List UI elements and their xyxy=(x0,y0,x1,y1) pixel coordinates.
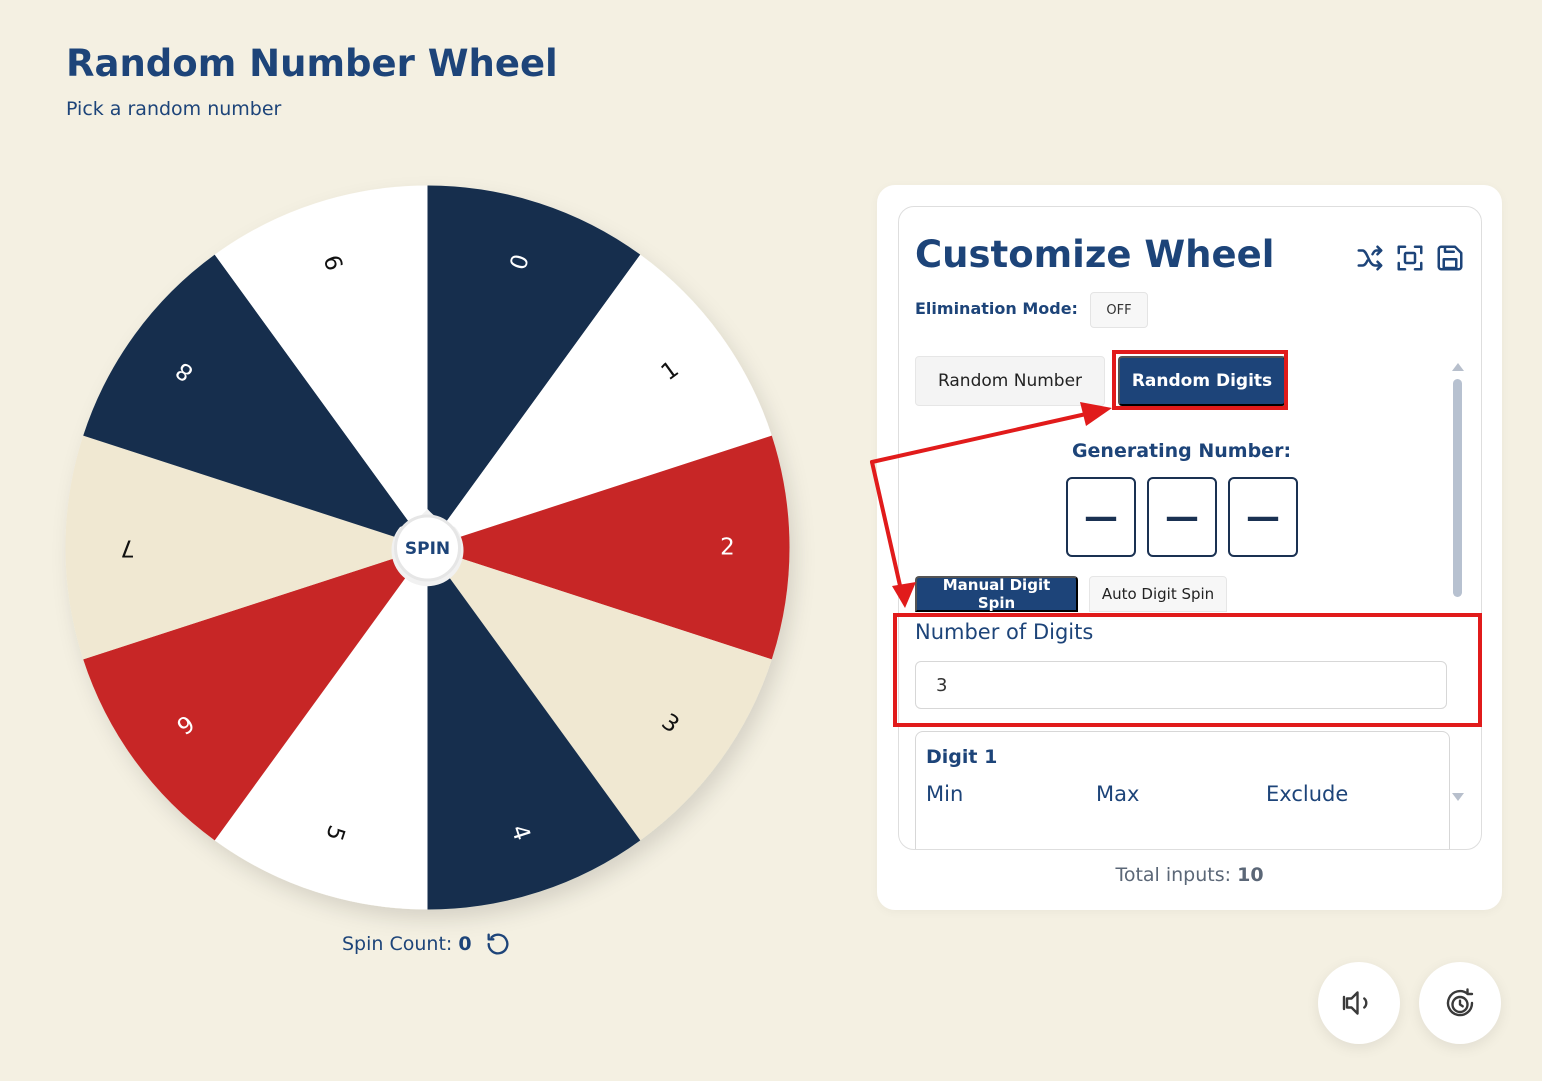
scrollbar-thumb[interactable] xyxy=(1453,379,1462,597)
reset-icon[interactable] xyxy=(484,930,512,958)
scroll-up-arrow[interactable] xyxy=(1452,363,1464,371)
spin-label: SPIN xyxy=(405,539,450,559)
sound-button[interactable] xyxy=(1318,962,1400,1044)
tab-random-digits[interactable]: Random Digits xyxy=(1118,356,1286,406)
generating-number-label: Generating Number: xyxy=(1071,440,1292,462)
wheel-segment-label: 7 xyxy=(120,535,135,561)
digit-settings-card: Digit 1 Min Max Exclude xyxy=(915,731,1450,849)
total-inputs-label: Total inputs: xyxy=(1115,864,1232,886)
generated-digits: — — — xyxy=(1066,477,1298,557)
fullscreen-icon[interactable] xyxy=(1395,243,1425,273)
spin-count: Spin Count: 0 xyxy=(342,930,512,958)
tab-manual-digit-spin[interactable]: Manual Digit Spin xyxy=(915,576,1078,612)
history-icon xyxy=(1446,988,1474,1017)
sound-icon xyxy=(1342,991,1368,1015)
customize-panel-inner: Customize Wheel Elimination Mode: OFF Ra… xyxy=(898,206,1482,850)
number-of-digits-label: Number of Digits xyxy=(915,620,1094,644)
page-subtitle: Pick a random number xyxy=(66,98,282,120)
min-label: Min xyxy=(926,782,964,806)
exclude-label: Exclude xyxy=(1266,782,1349,806)
number-of-digits-input[interactable] xyxy=(915,661,1447,709)
save-icon[interactable] xyxy=(1435,243,1465,273)
total-inputs: Total inputs: 10 xyxy=(877,864,1502,886)
spin-count-label: Spin Count: xyxy=(342,933,453,955)
tab-random-number[interactable]: Random Number xyxy=(915,356,1105,406)
total-inputs-value: 10 xyxy=(1237,864,1264,886)
elimination-mode-label: Elimination Mode: xyxy=(915,299,1078,318)
digit-box: — xyxy=(1147,477,1217,557)
wheel-segment-label: 2 xyxy=(720,535,735,561)
elimination-mode-toggle[interactable]: OFF xyxy=(1090,292,1148,328)
customize-panel: Customize Wheel Elimination Mode: OFF Ra… xyxy=(877,185,1502,910)
panel-toolbar xyxy=(1355,243,1465,273)
digit-card-title: Digit 1 xyxy=(926,746,998,768)
spin-count-value: 0 xyxy=(458,933,472,955)
history-button[interactable] xyxy=(1419,962,1501,1044)
panel-title: Customize Wheel xyxy=(915,233,1275,276)
digit-box: — xyxy=(1066,477,1136,557)
digit-box: — xyxy=(1228,477,1298,557)
max-label: Max xyxy=(1096,782,1140,806)
tab-auto-digit-spin[interactable]: Auto Digit Spin xyxy=(1089,576,1227,612)
shuffle-icon[interactable] xyxy=(1355,243,1385,273)
page-title: Random Number Wheel xyxy=(66,42,558,85)
wheel[interactable]: 0123456789 SPIN xyxy=(55,175,800,920)
scroll-down-arrow[interactable] xyxy=(1452,793,1464,801)
